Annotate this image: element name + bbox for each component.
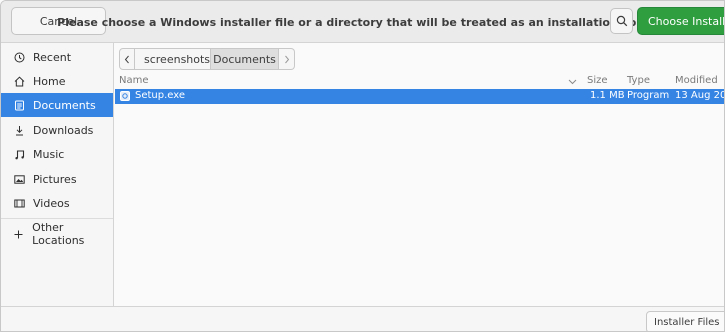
path-current-label: Documents xyxy=(213,52,276,66)
chevron-right-icon xyxy=(284,55,289,63)
search-button[interactable] xyxy=(610,8,633,34)
sidebar-item-recent[interactable]: Recent xyxy=(1,45,113,69)
clock-icon xyxy=(13,51,25,63)
path-home-button[interactable]: screenshots xyxy=(135,48,211,70)
sidebar-item-label: Recent xyxy=(33,50,72,64)
choose-installer-button[interactable]: Choose Installer xyxy=(637,7,724,35)
film-icon xyxy=(13,197,25,209)
sidebar-item-music[interactable]: Music xyxy=(1,142,113,166)
file-filter-dropdown[interactable]: Installer Files xyxy=(646,311,724,331)
file-filter-label: Installer Files xyxy=(654,316,720,328)
sidebar-item-label: Videos xyxy=(33,196,70,210)
sidebar-item-label: Home xyxy=(33,74,66,88)
path-scroll-left-button[interactable] xyxy=(119,48,135,70)
music-icon xyxy=(13,148,25,160)
sort-chevron-down-icon[interactable] xyxy=(568,79,577,85)
sidebar-item-other-locations[interactable]: Other Locations xyxy=(1,221,113,247)
download-icon xyxy=(13,124,25,136)
sidebar-item-label: Other Locations xyxy=(32,221,85,247)
picture-icon xyxy=(13,173,25,185)
path-home-label: screenshots xyxy=(144,52,211,66)
document-icon xyxy=(13,99,25,111)
places-sidebar: Recent Home Documents Downloads Music Pi… xyxy=(1,43,114,306)
file-row[interactable]: Setup.exe 1.1 MB Program 13 Aug 2013 xyxy=(115,89,724,104)
home-icon xyxy=(13,75,25,87)
executable-file-icon xyxy=(120,91,130,101)
path-scroll-right-button[interactable] xyxy=(279,48,295,70)
sidebar-item-home[interactable]: Home xyxy=(1,69,113,93)
footer-bar: Installer Files xyxy=(1,306,724,331)
file-chooser-dialog: Cancel Please choose a Windows installer… xyxy=(0,0,725,332)
sidebar-item-label: Pictures xyxy=(33,172,77,186)
dialog-title: Please choose a Windows installer file o… xyxy=(57,15,667,29)
path-bar: screenshots Documents xyxy=(119,48,295,70)
file-modified: 13 Aug 2013 xyxy=(675,90,724,101)
file-name: Setup.exe xyxy=(135,90,186,101)
sidebar-item-downloads[interactable]: Downloads xyxy=(1,118,113,142)
column-header-modified[interactable]: Modified xyxy=(675,75,718,86)
sidebar-divider xyxy=(1,218,113,219)
search-icon xyxy=(616,15,627,27)
sidebar-item-label: Documents xyxy=(33,98,96,112)
plus-icon xyxy=(13,228,24,240)
header-bar: Cancel Please choose a Windows installer… xyxy=(1,1,724,43)
sidebar-item-documents[interactable]: Documents xyxy=(1,93,113,117)
path-documents-button[interactable]: Documents xyxy=(211,48,279,70)
sidebar-item-videos[interactable]: Videos xyxy=(1,191,113,215)
column-header-size[interactable]: Size xyxy=(587,75,608,86)
sidebar-item-pictures[interactable]: Pictures xyxy=(1,167,113,191)
column-header-name[interactable]: Name xyxy=(119,75,149,86)
column-header-type[interactable]: Type xyxy=(627,75,650,86)
chevron-left-icon xyxy=(124,55,129,63)
file-type: Program xyxy=(627,90,670,101)
sidebar-item-label: Music xyxy=(33,147,65,161)
file-size: 1.1 MB xyxy=(590,90,625,101)
sidebar-item-label: Downloads xyxy=(33,123,94,137)
